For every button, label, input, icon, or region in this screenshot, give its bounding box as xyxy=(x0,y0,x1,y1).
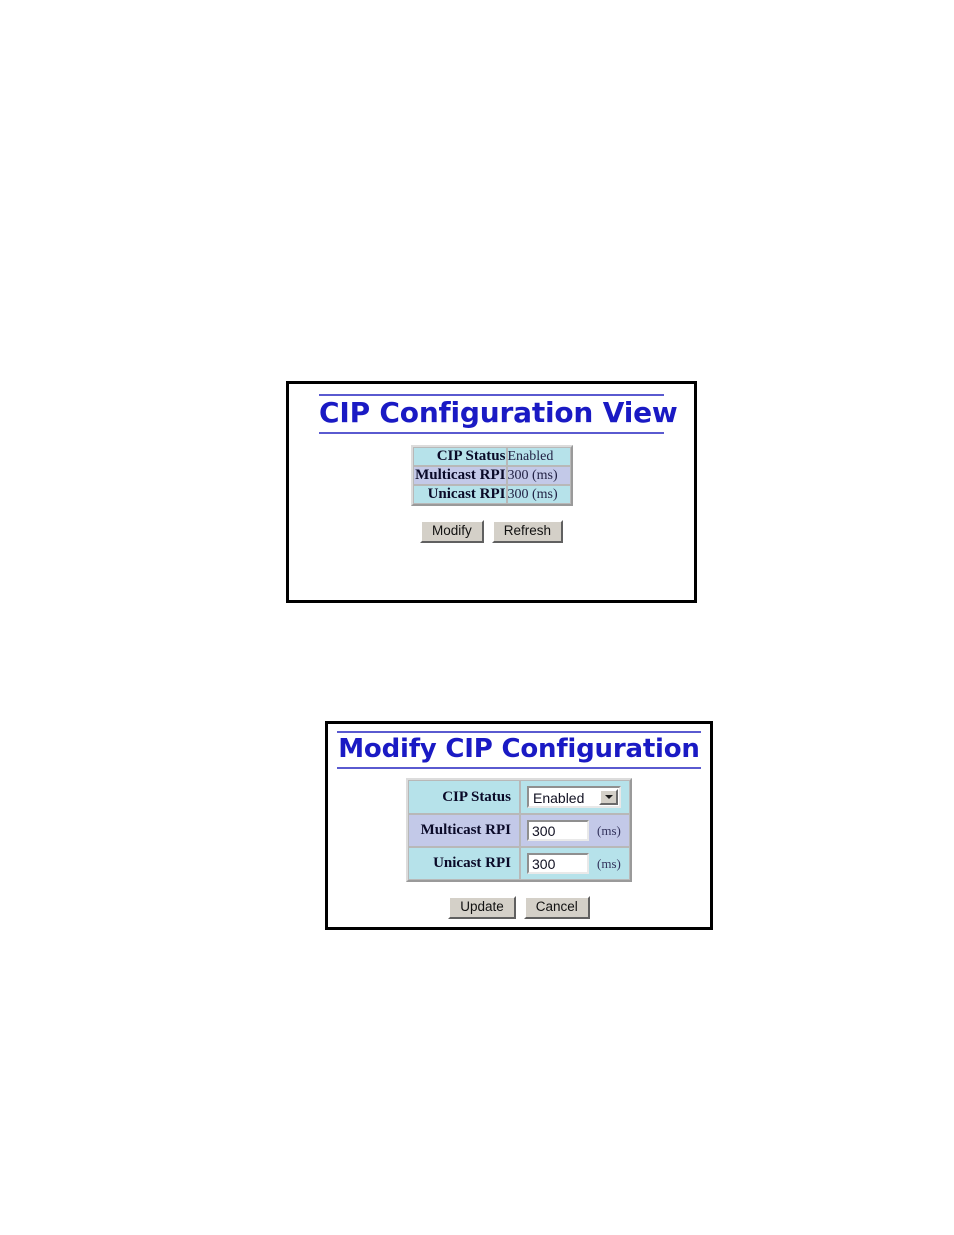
multicast-rpi-unit: (ms) xyxy=(597,822,621,838)
chevron-down-icon[interactable] xyxy=(599,789,618,805)
row-value-multicast-rpi: 300 (ms) xyxy=(506,466,571,485)
table-row: Multicast RPI 300 (ms) xyxy=(408,814,630,847)
modify-button-row: Update Cancel xyxy=(448,896,590,919)
unicast-rpi-input[interactable]: 300 xyxy=(527,853,589,874)
cip-status-select[interactable]: Enabled xyxy=(527,786,621,808)
row-label-multicast-rpi: Multicast RPI xyxy=(412,466,507,485)
table-row: Unicast RPI 300 (ms) xyxy=(412,485,571,504)
field-control-unicast-rpi: 300 (ms) xyxy=(520,847,630,880)
modify-cip-configuration-panel: Modify CIP Configuration CIP Status Enab… xyxy=(325,721,713,930)
modify-title-rule: Modify CIP Configuration xyxy=(337,731,701,769)
view-title-rule: CIP Configuration View xyxy=(319,394,678,434)
cip-configuration-form-table: CIP Status Enabled Multicast RPI 300 (ms) xyxy=(406,778,632,882)
chevron-down-glyph xyxy=(604,795,613,799)
page-title: Modify CIP Configuration xyxy=(338,734,700,764)
modify-panel-inner: Modify CIP Configuration CIP Status Enab… xyxy=(328,724,710,927)
cip-status-table: CIP Status Enabled Multicast RPI 300 (ms… xyxy=(410,445,573,506)
row-label-unicast-rpi: Unicast RPI xyxy=(412,485,507,504)
field-label-unicast-rpi: Unicast RPI xyxy=(408,847,520,880)
cip-status-select-value: Enabled xyxy=(533,789,585,806)
update-button[interactable]: Update xyxy=(448,896,516,919)
field-control-multicast-rpi: 300 (ms) xyxy=(520,814,630,847)
row-label-cip-status: CIP Status xyxy=(412,447,507,466)
multicast-rpi-input[interactable]: 300 xyxy=(527,820,589,841)
unicast-rpi-unit: (ms) xyxy=(597,855,621,871)
row-value-unicast-rpi: 300 (ms) xyxy=(506,485,571,504)
cip-configuration-view-panel: CIP Configuration View CIP Status Enable… xyxy=(286,381,697,603)
view-panel-inner: CIP Configuration View CIP Status Enable… xyxy=(289,384,694,600)
table-row: CIP Status Enabled xyxy=(408,780,630,814)
refresh-button[interactable]: Refresh xyxy=(491,520,564,543)
table-row: Multicast RPI 300 (ms) xyxy=(412,466,571,485)
modify-button[interactable]: Modify xyxy=(419,520,484,543)
field-control-cip-status: Enabled xyxy=(520,780,630,814)
table-row: CIP Status Enabled xyxy=(412,447,571,466)
field-label-multicast-rpi: Multicast RPI xyxy=(408,814,520,847)
view-button-row: Modify Refresh xyxy=(419,520,564,543)
field-label-cip-status: CIP Status xyxy=(408,780,520,814)
page-title: CIP Configuration View xyxy=(319,396,678,429)
table-row: Unicast RPI 300 (ms) xyxy=(408,847,630,880)
row-value-cip-status: Enabled xyxy=(506,447,571,466)
cancel-button[interactable]: Cancel xyxy=(523,896,590,919)
